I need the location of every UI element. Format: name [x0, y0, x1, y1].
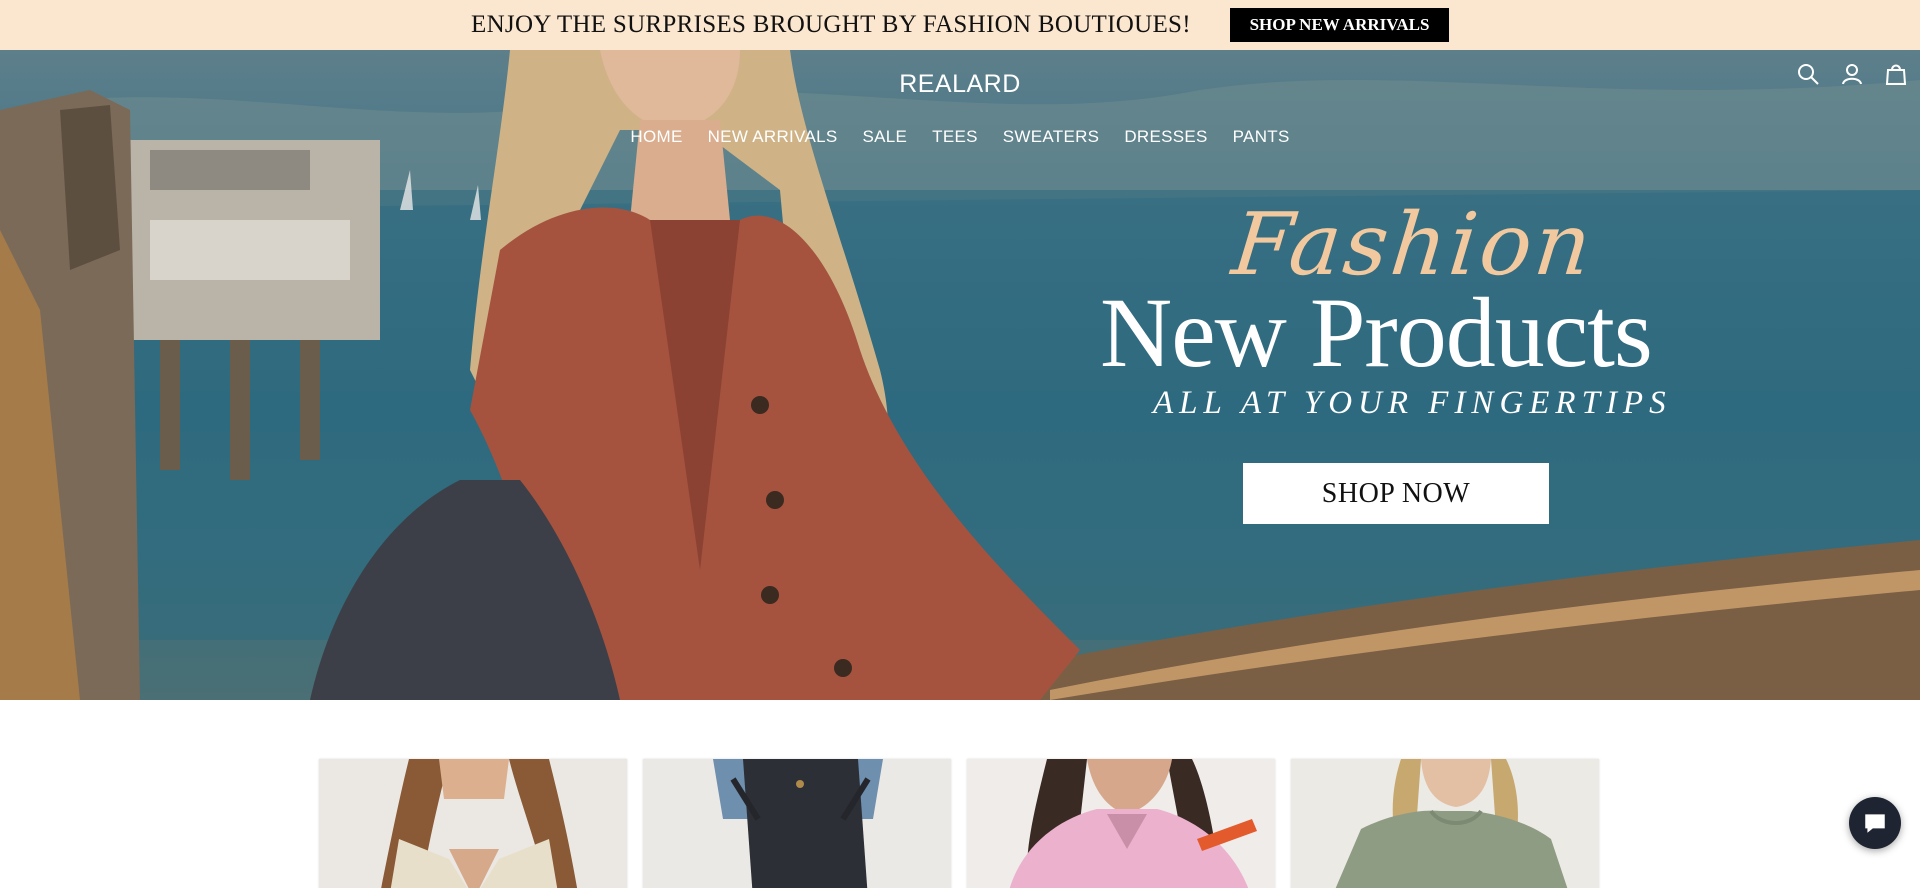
chat-icon — [1865, 814, 1885, 833]
hero-title: New Products — [1100, 277, 1653, 388]
nav-item-dresses[interactable]: DRESSES — [1124, 127, 1207, 147]
nav-item-home[interactable]: HOME — [630, 127, 682, 147]
shop-now-button[interactable]: SHOP NOW — [1243, 463, 1549, 524]
cart-icon[interactable] — [1884, 62, 1908, 86]
nav-item-tees[interactable]: TEES — [932, 127, 978, 147]
shop-new-arrivals-button[interactable]: SHOP NEW ARRIVALS — [1230, 8, 1449, 42]
product-card-black-pants[interactable] — [643, 759, 951, 888]
search-icon[interactable] — [1796, 62, 1820, 86]
nav-item-pants[interactable]: PANTS — [1233, 127, 1290, 147]
product-image — [967, 759, 1275, 888]
product-grid — [319, 759, 1599, 888]
hero-banner: REALARD HOME NEW ARRIVALS SALE TEES SWEA… — [0, 50, 1920, 700]
header-icons — [1796, 62, 1908, 86]
product-card-sage-tee[interactable] — [1291, 759, 1599, 888]
nav-item-sale[interactable]: SALE — [862, 127, 907, 147]
brand-logo[interactable]: REALARD — [0, 70, 1920, 99]
announcement-bar: ENJOY THE SURPRISES BROUGHT BY FASHION B… — [0, 0, 1920, 50]
product-image — [1291, 759, 1599, 888]
nav-item-sweaters[interactable]: SWEATERS — [1003, 127, 1100, 147]
product-image — [319, 759, 627, 888]
product-image — [643, 759, 951, 888]
product-card-pink-sweater[interactable] — [967, 759, 1275, 888]
product-card-cream-top[interactable] — [319, 759, 627, 888]
main-nav: HOME NEW ARRIVALS SALE TEES SWEATERS DRE… — [0, 127, 1920, 147]
hero-subtitle: ALL AT YOUR FINGERTIPS — [1153, 385, 1672, 421]
chat-button[interactable] — [1849, 797, 1901, 849]
announcement-text: ENJOY THE SURPRISES BROUGHT BY FASHION B… — [471, 11, 1191, 38]
nav-item-new-arrivals[interactable]: NEW ARRIVALS — [708, 127, 838, 147]
account-icon[interactable] — [1840, 62, 1864, 86]
